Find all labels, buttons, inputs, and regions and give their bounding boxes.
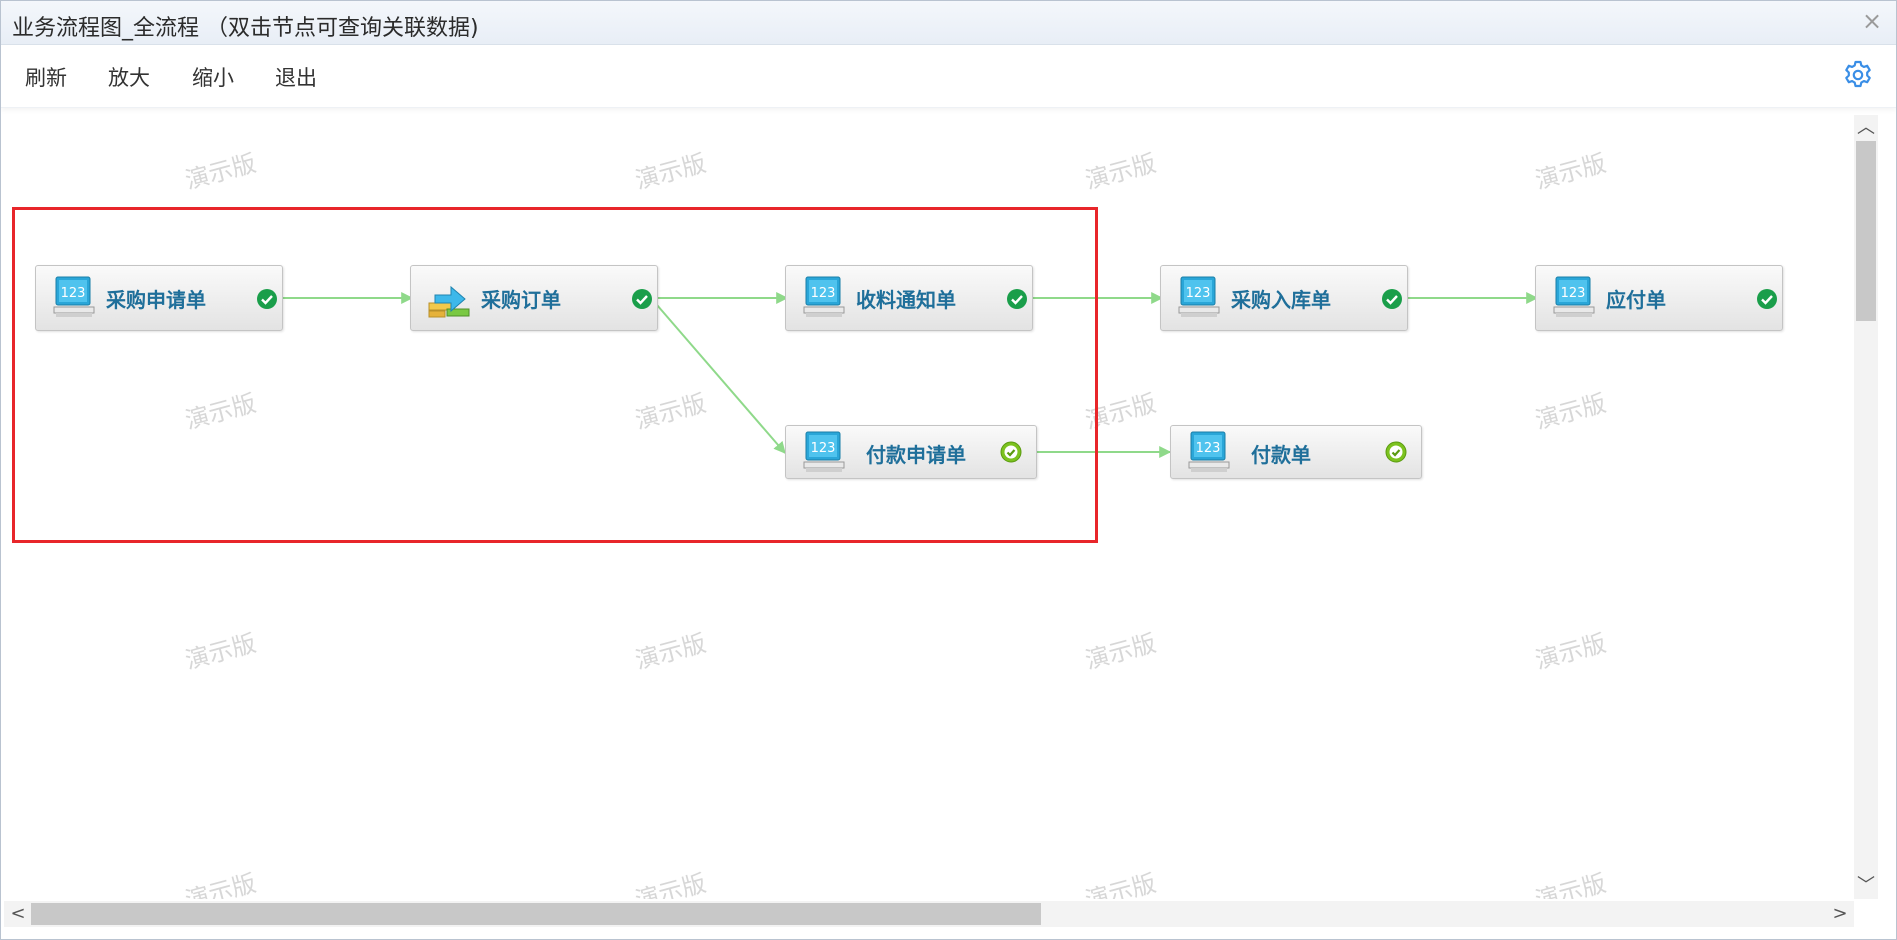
numeric-form-icon: 123: [1553, 276, 1595, 317]
selection-highlight: [12, 207, 1098, 543]
scroll-right-icon[interactable]: >: [1828, 901, 1852, 927]
check-circle-icon: [1757, 289, 1777, 309]
check-circle-icon: [1007, 289, 1027, 309]
exit-button[interactable]: 退出: [275, 62, 317, 92]
check-badge-icon: [1000, 441, 1022, 463]
flow-node[interactable]: 123 付款单: [1170, 425, 1422, 479]
node-label: 付款申请单: [866, 443, 966, 467]
horizontal-scroll-thumb[interactable]: [31, 903, 1041, 925]
check-circle-icon: [1382, 289, 1402, 309]
title-bar[interactable]: 业务流程图_全流程 （双击节点可查询关联数据) ×: [1, 1, 1896, 45]
node-label: 采购入库单: [1231, 288, 1331, 312]
node-label: 应付单: [1606, 288, 1666, 312]
numeric-form-icon: 123: [53, 276, 95, 317]
zoom-out-button[interactable]: 缩小: [192, 62, 234, 92]
close-button[interactable]: ×: [1860, 9, 1884, 33]
vertical-scrollbar[interactable]: ︿ ﹀: [1854, 115, 1878, 899]
svg-text:123: 123: [811, 441, 836, 456]
flow-canvas[interactable]: 演示版 演示版 演示版 演示版 演示版 演示版 演示版 演示版 演示版 演示版 …: [4, 115, 1852, 899]
svg-text:123: 123: [61, 286, 86, 301]
flow-node[interactable]: 123 收料通知单: [785, 265, 1033, 331]
flow-node[interactable]: 123 采购入库单: [1160, 265, 1408, 331]
order-transfer-icon: [428, 285, 470, 318]
numeric-form-icon: 123: [803, 276, 845, 317]
node-label: 付款单: [1251, 443, 1311, 467]
svg-text:123: 123: [811, 286, 836, 301]
zoom-in-button[interactable]: 放大: [108, 62, 150, 92]
gear-icon[interactable]: [1842, 59, 1874, 91]
node-label: 收料通知单: [856, 288, 956, 312]
scroll-down-icon[interactable]: ﹀: [1854, 875, 1878, 897]
numeric-form-icon: 123: [1178, 276, 1220, 317]
flowchart-dialog: 业务流程图_全流程 （双击节点可查询关联数据) × 刷新 放大 缩小 退出 演示…: [0, 0, 1897, 940]
node-label: 采购订单: [481, 288, 561, 312]
check-circle-icon: [257, 289, 277, 309]
svg-text:123: 123: [1561, 286, 1586, 301]
dialog-title: 业务流程图_全流程 （双击节点可查询关联数据): [12, 16, 479, 41]
check-badge-icon: [1385, 441, 1407, 463]
check-circle-icon: [632, 289, 652, 309]
numeric-form-icon: 123: [1188, 431, 1230, 472]
scroll-up-icon[interactable]: ︿: [1854, 117, 1878, 139]
svg-text:123: 123: [1196, 441, 1221, 456]
node-label: 采购申请单: [106, 288, 206, 312]
svg-text:123: 123: [1186, 286, 1211, 301]
vertical-scroll-thumb[interactable]: [1856, 141, 1876, 321]
flow-node[interactable]: 123 应付单: [1535, 265, 1783, 331]
flow-node[interactable]: 123 付款申请单: [785, 425, 1037, 479]
numeric-form-icon: 123: [803, 431, 845, 472]
refresh-button[interactable]: 刷新: [25, 62, 67, 92]
toolbar: 刷新 放大 缩小 退出: [1, 45, 1896, 108]
horizontal-scrollbar[interactable]: < >: [4, 901, 1854, 927]
flow-node[interactable]: 123 采购申请单: [35, 265, 283, 331]
scroll-left-icon[interactable]: <: [6, 901, 30, 927]
flow-node[interactable]: 采购订单: [410, 265, 658, 331]
